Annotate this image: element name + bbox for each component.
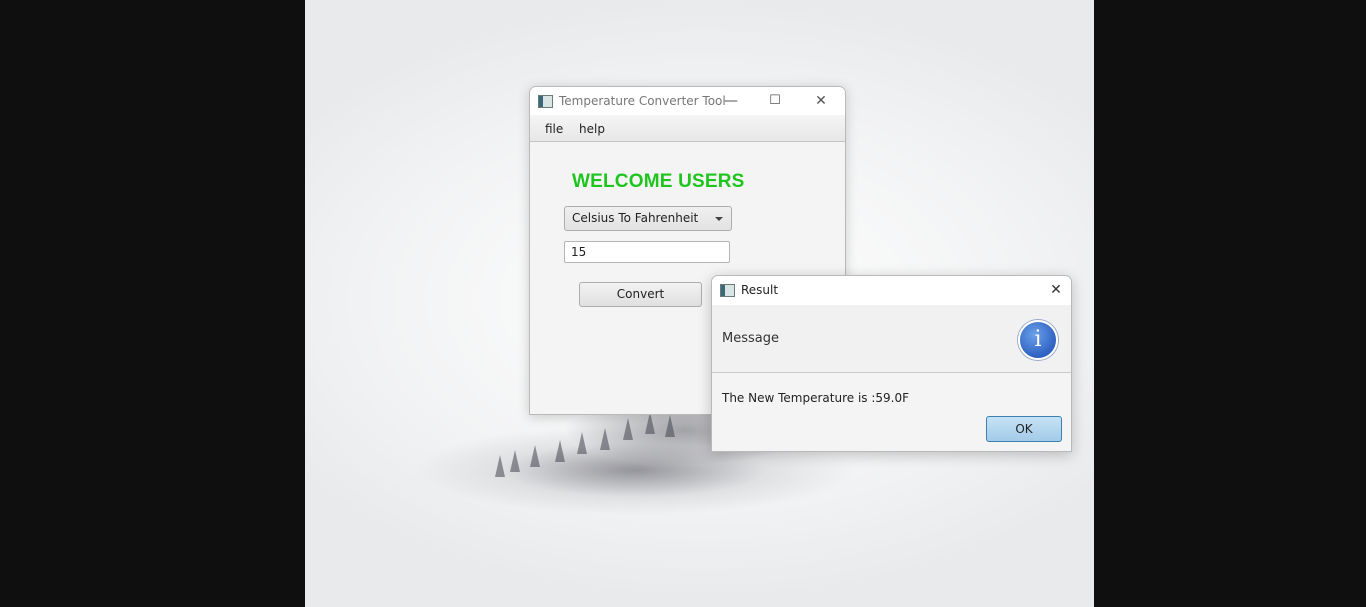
close-button[interactable]: ✕ (806, 91, 836, 111)
convert-button[interactable]: Convert (579, 282, 702, 307)
dialog-close-button[interactable]: ✕ (1041, 280, 1071, 300)
tree-decoration (510, 450, 520, 472)
tree-decoration (555, 440, 565, 462)
menu-help[interactable]: help (579, 122, 605, 136)
menu-file[interactable]: file (545, 122, 563, 136)
info-icon: i (1018, 320, 1058, 360)
maximize-button[interactable]: ☐ (760, 91, 790, 111)
app-icon (538, 95, 553, 108)
tree-decoration (495, 455, 505, 477)
window-title: Temperature Converter Tool (559, 94, 726, 108)
tree-decoration (645, 412, 655, 434)
temperature-input[interactable]: 15 (564, 241, 730, 263)
dialog-app-icon (720, 284, 735, 297)
ok-button[interactable]: OK (986, 416, 1062, 442)
dialog-message: The New Temperature is :59.0F (722, 391, 910, 405)
main-title-bar[interactable]: Temperature Converter Tool — ☐ ✕ (530, 87, 845, 115)
tree-decoration (665, 415, 675, 437)
minimize-button[interactable]: — (716, 91, 746, 111)
menu-bar: file help (530, 115, 845, 142)
dialog-title: Result (741, 283, 779, 297)
tree-decoration (623, 418, 633, 440)
tree-decoration (577, 432, 587, 454)
chevron-down-icon (715, 217, 723, 221)
welcome-heading: WELCOME USERS (572, 171, 745, 192)
tree-decoration (600, 428, 610, 450)
tree-decoration (530, 445, 540, 467)
conversion-select[interactable]: Celsius To Fahrenheit (564, 206, 732, 231)
dialog-header-text: Message (722, 331, 779, 346)
dialog-header: Message i (712, 305, 1071, 373)
result-dialog: Result ✕ Message i The New Temperature i… (711, 275, 1072, 452)
conversion-select-value: Celsius To Fahrenheit (572, 211, 699, 225)
dialog-title-bar[interactable]: Result ✕ (712, 276, 1071, 305)
